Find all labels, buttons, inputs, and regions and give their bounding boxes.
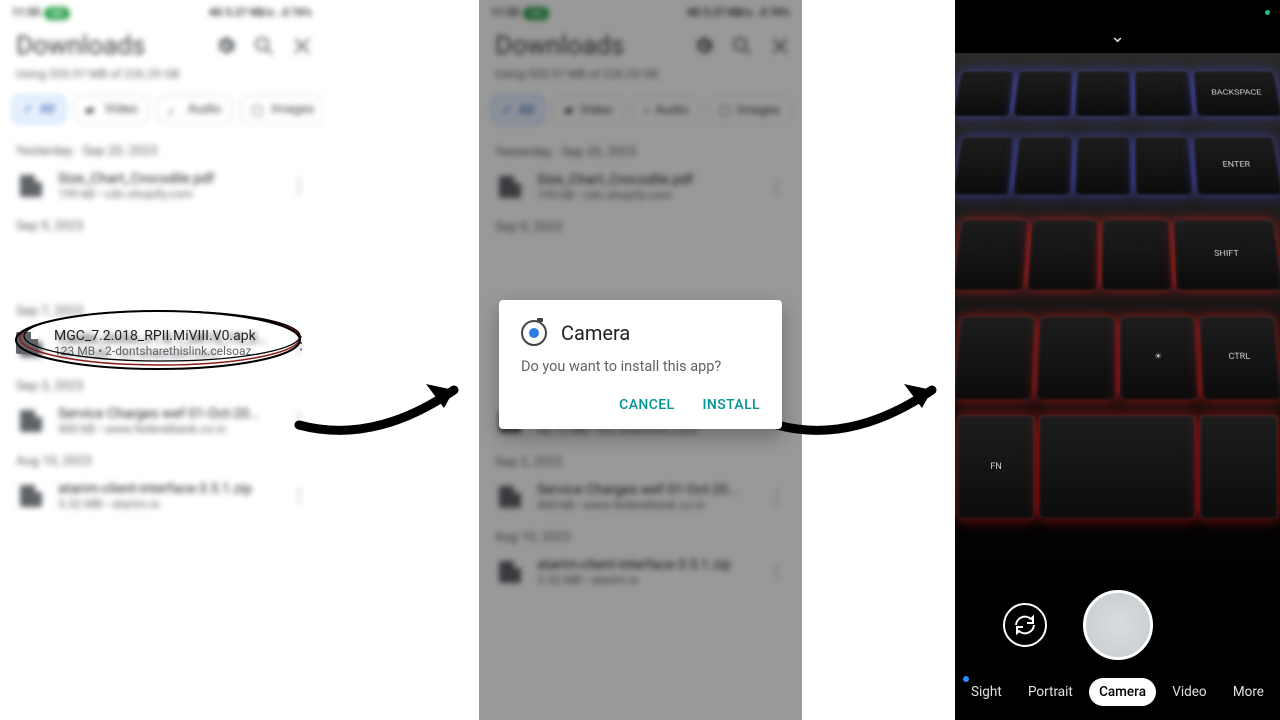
dialog-title: Camera [561, 321, 630, 345]
file-row[interactable]: Size_Chart_Crocodile.pdf199 kB • cdn.sho… [0, 163, 324, 209]
status-bar: 11:55●● 4G 5.27 KB/s ..il 76% [0, 0, 324, 25]
file-icon [20, 485, 42, 507]
date-header: Sep 7, 2023 [0, 294, 324, 323]
dialog-message: Do you want to install this app? [521, 358, 760, 375]
search-icon[interactable] [252, 34, 276, 58]
shutter-button[interactable] [1083, 590, 1153, 660]
storage-text: Using 535.97 MB of 226.29 GB [479, 65, 802, 91]
storage-text: Using 535.97 MB of 226.29 GB [0, 65, 324, 91]
more-icon[interactable]: ⋮ [286, 176, 312, 197]
install-dialog: Camera Do you want to install this app? … [499, 300, 782, 429]
chevron-down-icon[interactable]: ⌄ [955, 24, 1280, 53]
switch-camera-icon[interactable] [1003, 603, 1047, 647]
chip-images[interactable]: ▢Images [708, 95, 791, 125]
chip-audio[interactable]: ♪Audio [632, 95, 700, 125]
more-icon[interactable]: ⋮ [288, 333, 314, 354]
chip-video[interactable]: ▰Video [553, 95, 624, 125]
chip-audio[interactable]: ♪Audio [157, 95, 232, 124]
file-icon [20, 410, 42, 432]
keyboard-subject: BACKSPACE ENTER SHIFT ☀CTRL FN [955, 53, 1280, 578]
file-row[interactable]: Service Charges wef 01-Oct-20...400 kB •… [0, 398, 324, 444]
date-header: Yesterday · Sep 20, 2023 [0, 134, 324, 163]
file-row-highlighted[interactable]: MGC_7.2.018_RPII.MiVIII.V0.apk 123 MB • … [16, 322, 314, 364]
gear-icon[interactable] [692, 34, 716, 58]
date-header: Aug 10, 2023 [0, 444, 324, 473]
chip-images[interactable]: ▢Images [240, 95, 324, 124]
mode-more[interactable]: More [1223, 678, 1274, 706]
file-icon [16, 332, 38, 354]
status-bar: 11:55●● 4G 5.27 KB/s ..il 76% [479, 0, 802, 25]
camera-viewfinder[interactable]: BACKSPACE ENTER SHIFT ☀CTRL FN [955, 53, 1280, 578]
chip-video[interactable]: ▰Video [74, 95, 149, 124]
arrow-annotation [772, 370, 972, 450]
mode-portrait[interactable]: Portrait [1018, 678, 1083, 706]
filter-chips: ✓All ▰Video ♪Audio ▢Images [0, 91, 324, 134]
close-icon[interactable] [768, 34, 792, 58]
close-icon[interactable] [290, 34, 314, 58]
file-icon [20, 175, 42, 197]
file-sub: 123 MB • 2-dontsharethislink.celsoaz.. [54, 344, 272, 358]
date-header: Sep 3, 2023 [0, 369, 324, 398]
cancel-button[interactable]: CANCEL [619, 397, 674, 413]
gear-icon[interactable] [214, 34, 238, 58]
camera-app-icon [521, 320, 547, 346]
file-name: MGC_7.2.018_RPII.MiVIII.V0.apk [54, 328, 272, 344]
camera-status-bar [955, 0, 1280, 24]
chip-all[interactable]: ✓All [12, 95, 66, 124]
arrow-annotation [294, 370, 494, 450]
install-button[interactable]: INSTALL [703, 397, 760, 413]
page-title: Downloads [495, 31, 678, 61]
more-icon[interactable]: ⋮ [286, 486, 312, 507]
mode-video[interactable]: Video [1162, 678, 1216, 706]
page-title: Downloads [16, 31, 200, 61]
chip-all[interactable]: ✓All [491, 95, 545, 125]
camera-modes: Sight Portrait Camera Video More [955, 678, 1280, 706]
file-row[interactable]: atarim-client-interface-3.5.1.zip3.32 MB… [0, 473, 324, 519]
date-header: Sep 9, 2023 [0, 209, 324, 238]
search-icon[interactable] [730, 34, 754, 58]
mode-sight[interactable]: Sight [961, 678, 1012, 706]
mode-camera[interactable]: Camera [1089, 678, 1156, 706]
